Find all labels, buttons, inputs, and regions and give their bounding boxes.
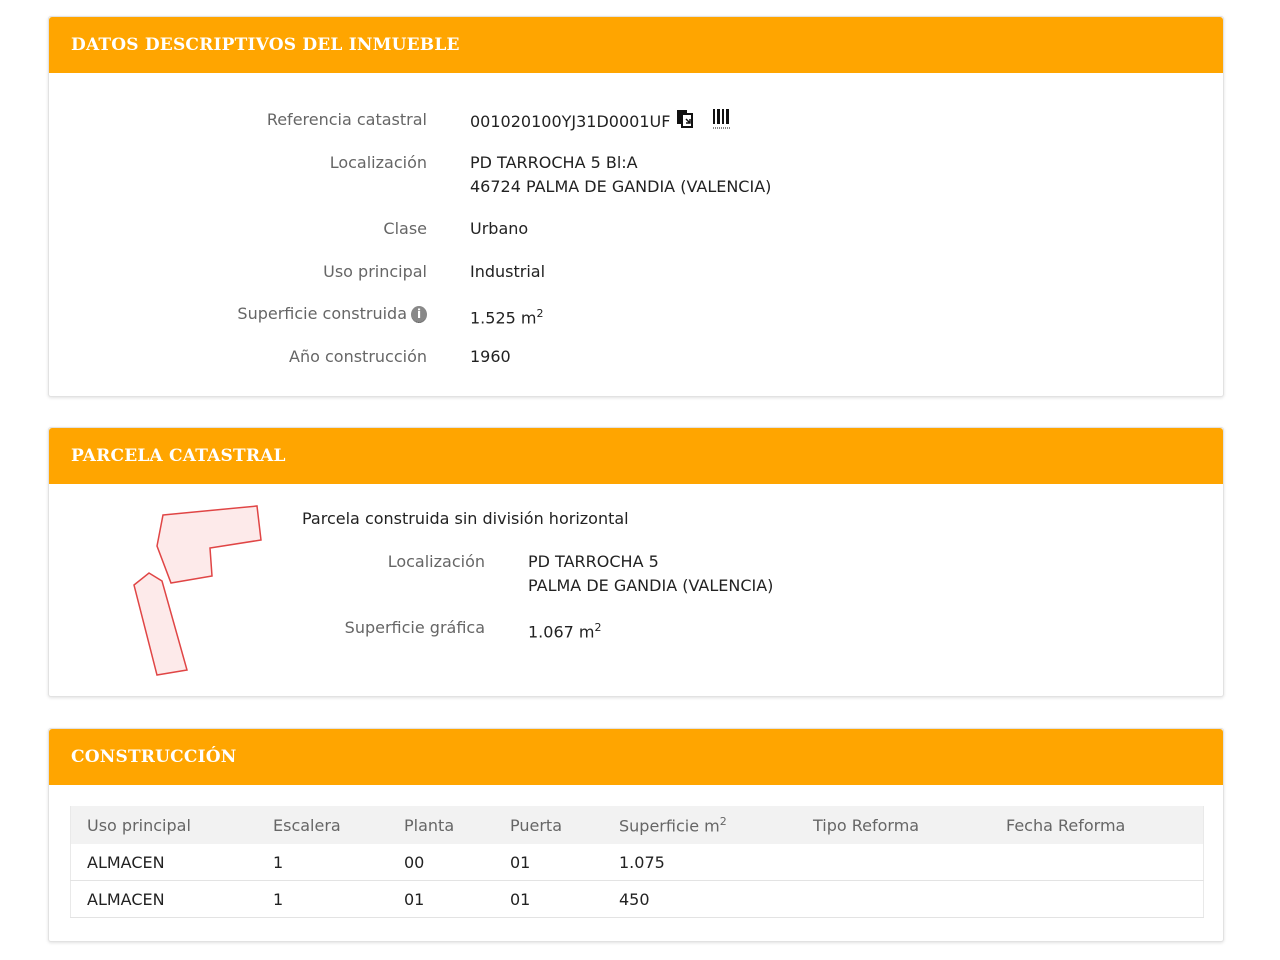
localizacion-line1: PD TARROCHA 5 Bl:A bbox=[470, 153, 638, 172]
barcode-icon[interactable] bbox=[712, 108, 732, 137]
parcel-shape-upper bbox=[156, 505, 262, 584]
cell-escalera: 1 bbox=[257, 844, 388, 881]
anio-construccion-value: 1960 bbox=[470, 347, 511, 366]
uso-principal-value: Industrial bbox=[470, 262, 546, 281]
cell-uso: ALMACEN bbox=[70, 880, 257, 918]
cell-tipo-reforma bbox=[797, 844, 990, 881]
cell-fecha-reforma bbox=[990, 880, 1204, 918]
parcela-title: Parcela construida sin división horizont… bbox=[302, 509, 629, 528]
cell-planta: 00 bbox=[388, 844, 494, 881]
cell-puerta: 01 bbox=[494, 880, 603, 918]
superficie-construida-value: 1.525 m bbox=[470, 308, 537, 328]
superficie-grafica-value: 1.067 m bbox=[528, 622, 595, 642]
ref-catastral-value: 001020100YJ31D0001UF bbox=[470, 112, 671, 131]
construccion-table: Uso principal Escalera Planta Puerta Sup… bbox=[70, 806, 1204, 918]
anio-construccion-label: Año construcción bbox=[289, 347, 427, 366]
clase-label: Clase bbox=[383, 219, 427, 238]
info-icon[interactable]: i bbox=[411, 306, 427, 323]
cell-planta: 01 bbox=[388, 880, 494, 918]
cell-uso: ALMACEN bbox=[70, 844, 257, 881]
copy-icon[interactable] bbox=[676, 109, 694, 136]
cell-puerta: 01 bbox=[494, 844, 603, 881]
parcela-catastral-panel: PARCELA CATASTRAL Parcela construida sin… bbox=[48, 427, 1224, 697]
col-planta: Planta bbox=[388, 806, 494, 844]
superficie-construida-label: Superficie construida bbox=[237, 304, 407, 323]
ref-catastral-label: Referencia catastral bbox=[266, 110, 427, 129]
parcela-catastral-header: PARCELA CATASTRAL bbox=[49, 428, 1223, 484]
cell-tipo-reforma bbox=[797, 880, 990, 918]
construccion-header: CONSTRUCCIÓN bbox=[49, 729, 1223, 785]
clase-value: Urbano bbox=[470, 219, 529, 238]
cell-superficie: 450 bbox=[603, 880, 797, 918]
col-puerta: Puerta bbox=[494, 806, 603, 844]
parcela-localizacion-line2: PALMA DE GANDIA (VALENCIA) bbox=[528, 576, 774, 595]
localizacion-label: Localización bbox=[329, 153, 427, 172]
col-superficie: Superficie m2 bbox=[603, 806, 797, 844]
parcela-localizacion-line1: PD TARROCHA 5 bbox=[528, 552, 659, 571]
uso-principal-label: Uso principal bbox=[323, 262, 427, 281]
col-tipo-reforma: Tipo Reforma bbox=[797, 806, 990, 844]
datos-descriptivos-header: DATOS DESCRIPTIVOS DEL INMUEBLE bbox=[49, 17, 1223, 73]
localizacion-line2: 46724 PALMA DE GANDIA (VALENCIA) bbox=[470, 177, 772, 196]
col-superficie-exponent: 2 bbox=[719, 814, 727, 828]
parcel-shape-lower bbox=[133, 572, 188, 676]
col-fecha-reforma: Fecha Reforma bbox=[990, 806, 1204, 844]
cell-superficie: 1.075 bbox=[603, 844, 797, 881]
ref-catastral-row: 001020100YJ31D0001UF bbox=[470, 108, 732, 137]
superficie-grafica-value-row: 1.067 m2 bbox=[528, 616, 601, 644]
cell-escalera: 1 bbox=[257, 880, 388, 918]
superficie-construida-value-row: 1.525 m2 bbox=[470, 302, 543, 330]
col-superficie-label: Superficie m bbox=[619, 816, 720, 836]
col-escalera: Escalera bbox=[257, 806, 388, 844]
table-row: ALMACEN 1 00 01 1.075 bbox=[70, 844, 1204, 881]
superficie-grafica-exponent: 2 bbox=[594, 621, 602, 634]
parcel-map-thumbnail[interactable] bbox=[129, 503, 269, 683]
col-uso-principal: Uso principal bbox=[70, 806, 257, 844]
construccion-panel: CONSTRUCCIÓN Uso principal Escalera Plan… bbox=[48, 728, 1224, 942]
table-row: ALMACEN 1 01 01 450 bbox=[70, 880, 1204, 918]
table-header-row: Uso principal Escalera Planta Puerta Sup… bbox=[70, 806, 1204, 844]
datos-descriptivos-panel: DATOS DESCRIPTIVOS DEL INMUEBLE Referenc… bbox=[48, 16, 1224, 397]
superficie-construida-label-row: Superficie construida i bbox=[49, 302, 427, 326]
superficie-grafica-label: Superficie gráfica bbox=[344, 618, 485, 637]
cell-fecha-reforma bbox=[990, 844, 1204, 881]
superficie-exponent: 2 bbox=[536, 307, 544, 320]
parcela-localizacion-label: Localización bbox=[387, 552, 485, 571]
